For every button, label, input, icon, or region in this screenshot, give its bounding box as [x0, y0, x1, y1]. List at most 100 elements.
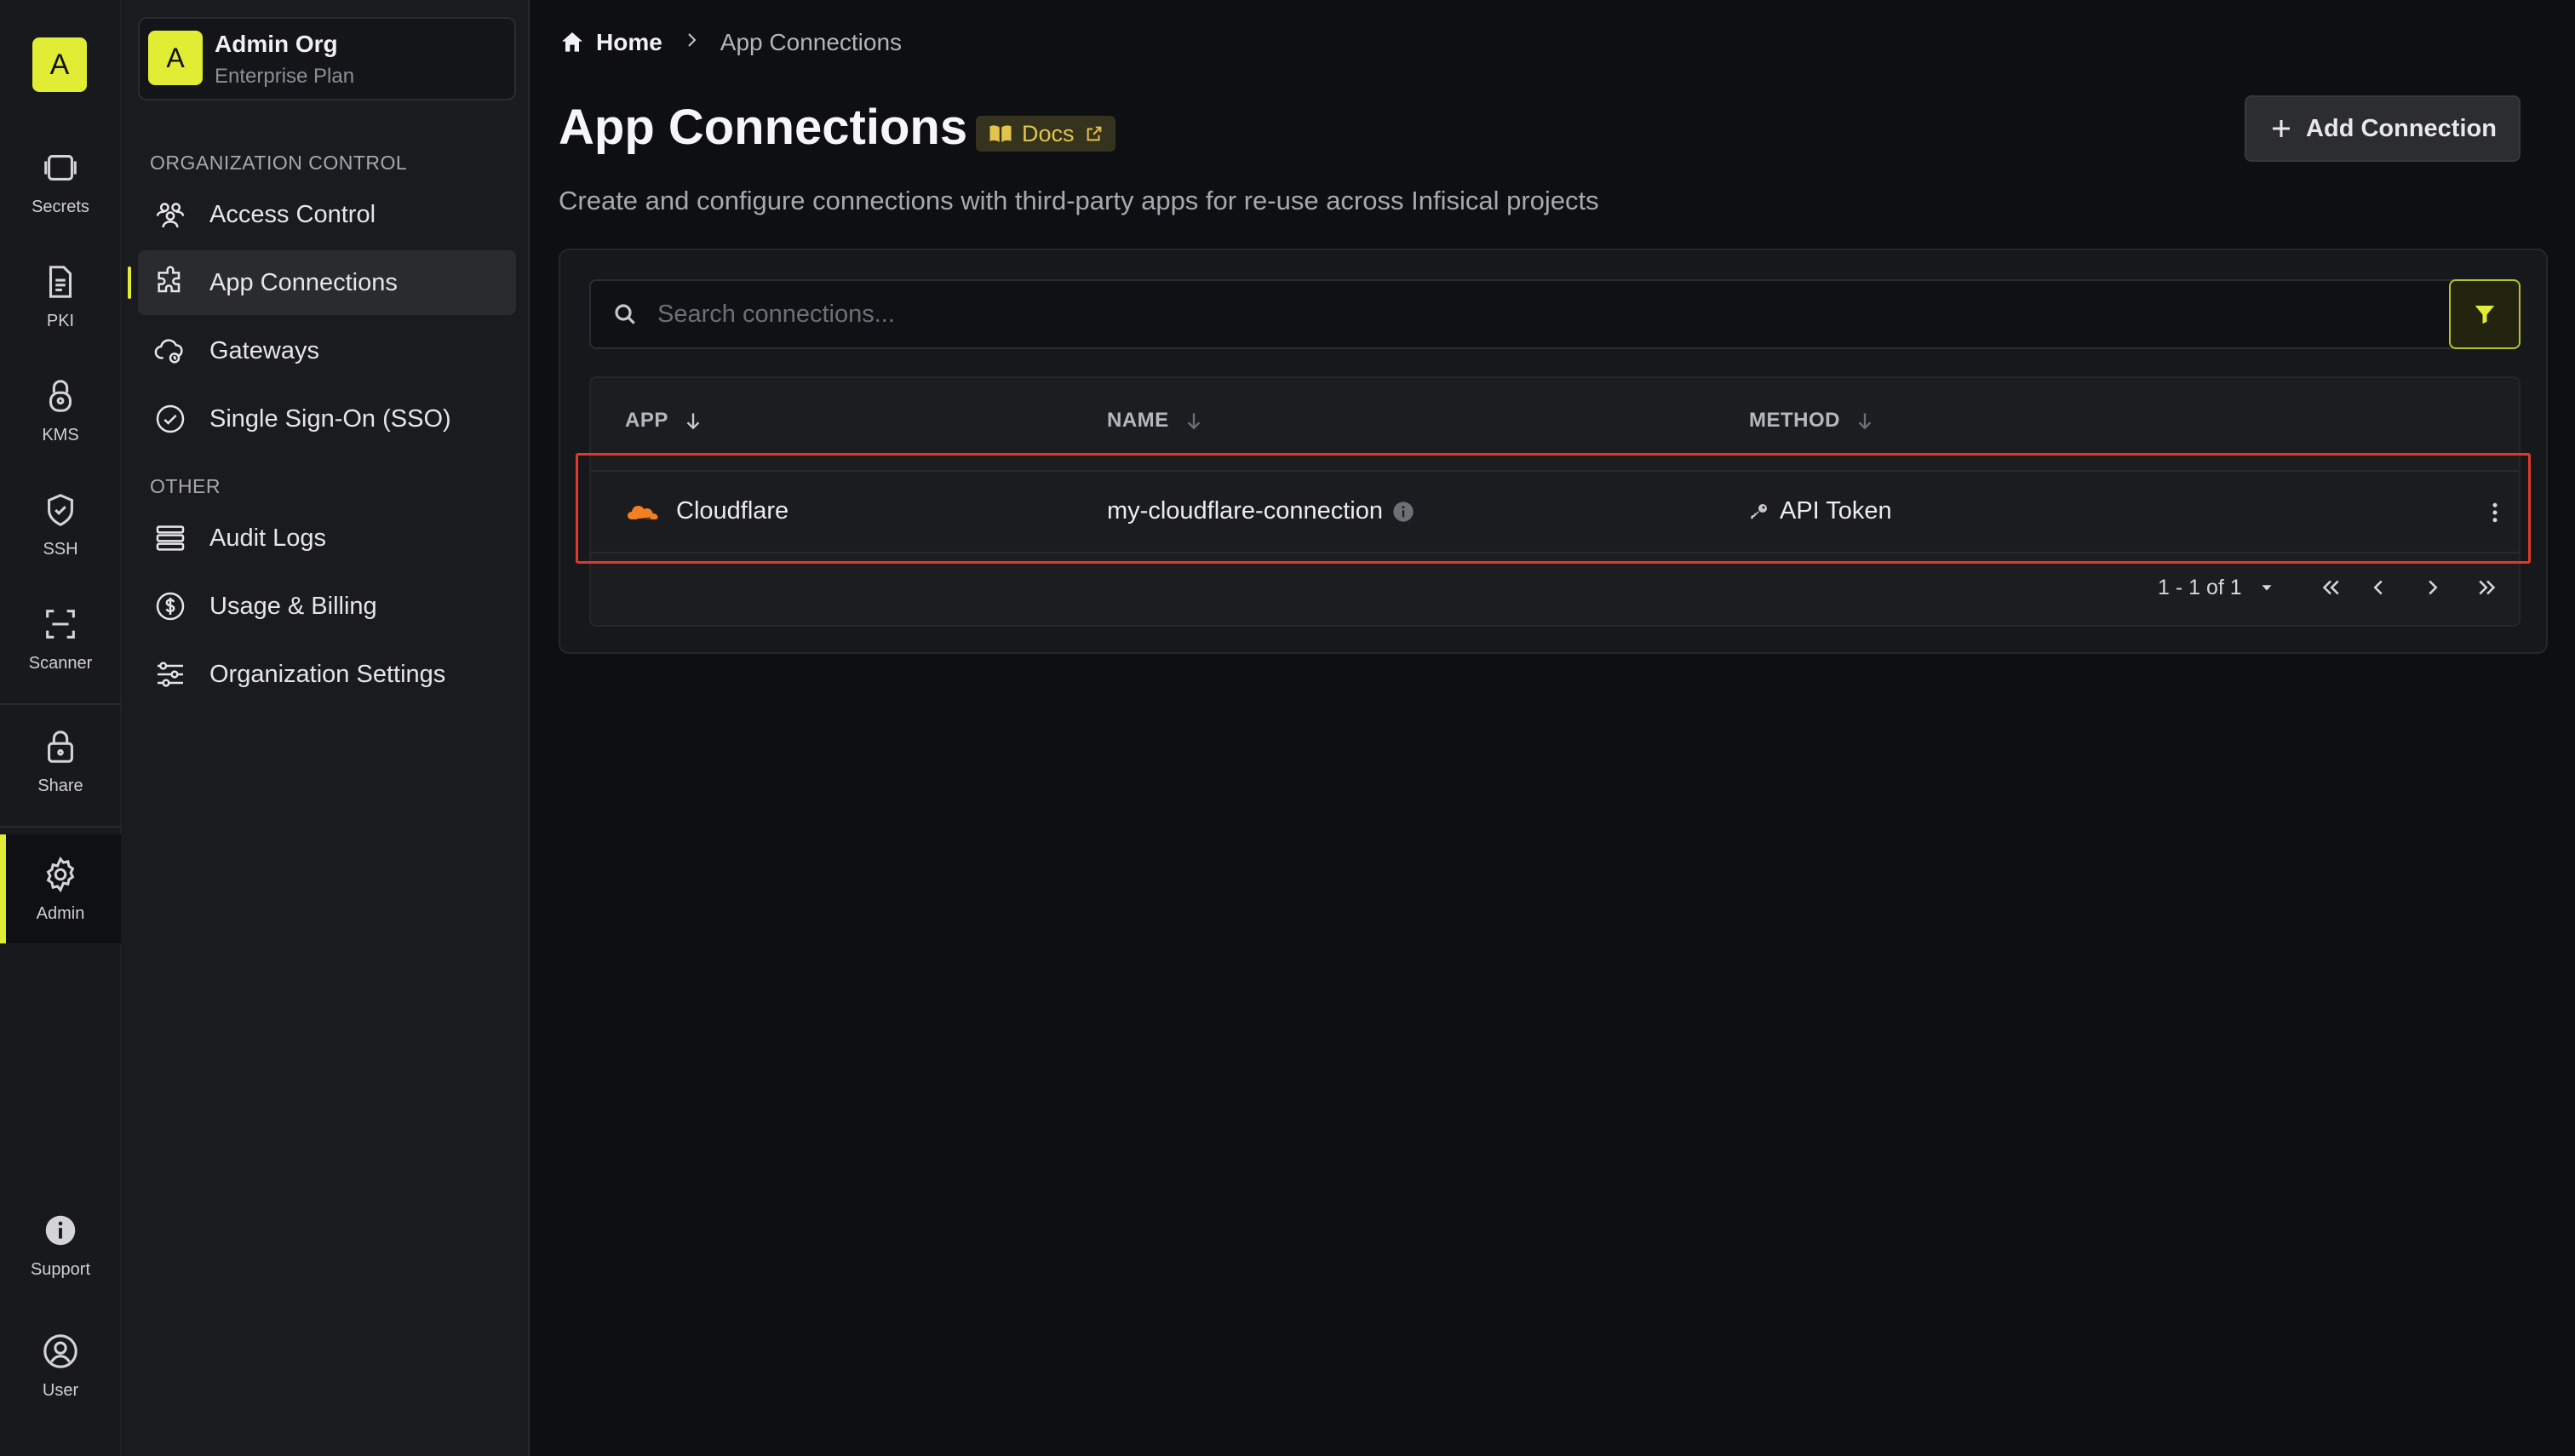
rail-item-share[interactable]: Share: [0, 707, 121, 816]
rail-label: Share: [37, 776, 83, 795]
previous-page-button[interactable]: [2358, 570, 2399, 605]
chevrons-left-icon: [2322, 580, 2339, 595]
external-link-icon: [1087, 126, 1101, 141]
sort-arrow-icon: [1187, 413, 1201, 430]
breadcrumb-home[interactable]: Home: [596, 29, 662, 56]
info-icon: [45, 1215, 76, 1245]
search-input[interactable]: [657, 300, 2464, 329]
sidebar-item-sso[interactable]: Single Sign-On (SSO): [138, 387, 516, 451]
dollar-circle-icon: [156, 592, 185, 621]
connections-table: APP NAME METHOD Cloudflare my-cloudflare…: [589, 376, 2521, 627]
search-icon: [615, 304, 635, 324]
last-page-button[interactable]: [2467, 570, 2508, 605]
sidebar-item-label: Access Control: [209, 200, 376, 228]
icon-rail: A Secrets PKI KMS SSH Scanner Share Admi…: [0, 0, 121, 1456]
rail-label: User: [42, 1380, 79, 1400]
page-title: App Connections: [559, 100, 968, 155]
org-logo[interactable]: A: [32, 37, 87, 92]
document-icon: [49, 265, 72, 298]
rail-label: Secrets: [32, 197, 89, 216]
rail-label: SSH: [43, 539, 78, 559]
sidebar-item-app-connections[interactable]: App Connections: [138, 250, 516, 315]
rail-divider: [0, 826, 121, 828]
cell-app: Cloudflare: [625, 497, 789, 525]
rail-item-user[interactable]: User: [0, 1311, 121, 1420]
page-subtitle: Create and configure connections with th…: [559, 186, 1599, 215]
rail-item-scanner[interactable]: Scanner: [0, 584, 121, 693]
rail-item-pki[interactable]: PKI: [0, 242, 121, 351]
column-header-method[interactable]: METHOD: [1749, 409, 1876, 433]
vault-icon: [44, 154, 77, 181]
chevron-right-icon: [2429, 580, 2438, 595]
rail-label: PKI: [46, 311, 75, 330]
docs-label: Docs: [1022, 120, 1075, 146]
first-page-button[interactable]: [2310, 570, 2351, 605]
info-icon[interactable]: [1391, 500, 1415, 524]
filter-icon: [2475, 306, 2495, 324]
rail-item-ssh[interactable]: SSH: [0, 470, 121, 579]
rail-item-kms[interactable]: KMS: [0, 356, 121, 465]
pagination-range[interactable]: 1 - 1 of 1: [2158, 576, 2242, 600]
sidebar-item-usage-billing[interactable]: Usage & Billing: [138, 574, 516, 639]
caret-down-icon[interactable]: [2257, 578, 2276, 597]
breadcrumb-separator: [681, 29, 702, 56]
rail-item-secrets[interactable]: Secrets: [0, 128, 121, 237]
sidebar-item-access-control[interactable]: Access Control: [138, 182, 516, 247]
users-icon: [156, 203, 185, 228]
rail-item-support[interactable]: Support: [0, 1190, 121, 1299]
key-icon: [1751, 503, 1767, 519]
lock-icon: [48, 730, 73, 763]
section-title-other: OTHER: [150, 475, 221, 497]
app-name: Cloudflare: [676, 497, 789, 525]
search-bar: [589, 279, 2466, 349]
column-header-app[interactable]: APP: [625, 409, 704, 433]
column-header-name[interactable]: NAME: [1107, 409, 1205, 433]
rail-label: KMS: [42, 425, 79, 444]
app-root: A Secrets PKI KMS SSH Scanner Share Admi…: [0, 0, 2575, 1456]
shield-check-icon: [48, 493, 73, 526]
org-name: Admin Org: [215, 31, 338, 57]
sidebar-item-label: Usage & Billing: [209, 592, 377, 620]
chevrons-right-icon: [2479, 580, 2495, 595]
lock-shield-icon: [49, 379, 72, 412]
user-circle-icon: [43, 1333, 77, 1368]
gear-icon: [46, 856, 75, 892]
connections-panel: APP NAME METHOD Cloudflare my-cloudflare…: [559, 249, 2548, 654]
row-options-button[interactable]: [2478, 496, 2512, 530]
sidebar-item-organization-settings[interactable]: Organization Settings: [138, 642, 516, 707]
sidebar-item-label: Single Sign-On (SSO): [209, 404, 451, 433]
filter-button[interactable]: [2449, 279, 2521, 349]
plus-icon: [2273, 120, 2291, 137]
org-switcher[interactable]: A Admin Org Enterprise Plan: [138, 17, 516, 100]
sidebar-item-label: App Connections: [209, 268, 398, 296]
sort-arrow-icon: [1858, 413, 1872, 430]
org-plan: Enterprise Plan: [215, 65, 355, 88]
cloudflare-icon: [628, 505, 658, 520]
section-title-organization-control: ORGANIZATION CONTROL: [150, 152, 408, 174]
next-page-button[interactable]: [2412, 570, 2453, 605]
add-connection-label: Add Connection: [2306, 114, 2497, 142]
table-row[interactable]: Cloudflare my-cloudflare-connection API …: [591, 470, 2519, 553]
scan-icon: [46, 609, 75, 639]
cell-name: my-cloudflare-connection: [1107, 497, 1415, 525]
breadcrumb-current: App Connections: [720, 29, 903, 55]
pagination: 1 - 1 of 1: [2158, 570, 2508, 605]
sidebar-item-audit-logs[interactable]: Audit Logs: [138, 506, 516, 570]
sort-arrow-icon: [686, 413, 700, 430]
rail-label: Admin: [36, 903, 85, 923]
rail-item-admin[interactable]: Admin: [0, 834, 121, 943]
rail-divider: [0, 703, 121, 705]
cloud-gateway-icon: [154, 339, 183, 364]
sidebar-item-label: Gateways: [209, 336, 319, 364]
add-connection-button[interactable]: Add Connection: [2245, 95, 2521, 162]
connection-name: my-cloudflare-connection: [1107, 497, 1383, 525]
home-icon[interactable]: [559, 29, 586, 56]
chevron-right-icon: [688, 33, 697, 47]
cell-method: API Token: [1749, 497, 1892, 525]
breadcrumb: Home App Connections: [559, 26, 902, 60]
sliders-icon: [158, 662, 183, 687]
docs-link[interactable]: Docs: [976, 116, 1115, 152]
sidebar-item-gateways[interactable]: Gateways: [138, 318, 516, 383]
sidebar-item-label: Organization Settings: [209, 660, 446, 688]
chevron-left-icon: [2373, 580, 2383, 595]
